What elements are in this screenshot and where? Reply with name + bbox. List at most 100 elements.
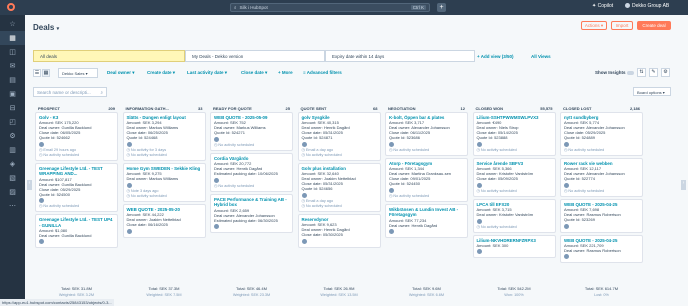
activity-note: ◷ No activity scheduled: [39, 152, 80, 157]
column-count: 209: [108, 106, 115, 111]
top-navigation-bar: ⌕ Silk i HubSpot Ctrl K + ✦ Copilot Dekko…: [0, 0, 688, 15]
bookmark-icon[interactable]: ☆: [0, 17, 25, 31]
tab-my-deals[interactable]: My Deals - Dekko version: [185, 50, 325, 62]
create-deal-button[interactable]: Create deal: [637, 21, 671, 30]
column-header: QUOTE SENT 68: [298, 105, 381, 112]
deal-card[interactable]: Lilium-SSHTPWWMSWLPVX3 Amount: €490 Deal o…: [472, 112, 556, 156]
deal-property: Quote Id: 524662: [39, 135, 70, 141]
deal-card[interactable]: Rower rack vie webben Amount: SEK 12,117 D…: [560, 157, 643, 197]
actions-button[interactable]: Actions ▾: [581, 21, 607, 30]
search-icon: ⌕: [100, 90, 103, 95]
add-icon[interactable]: +: [437, 3, 446, 12]
deal-title[interactable]: Wikbränsen & Lundin Invest AB - Företags…: [389, 207, 464, 218]
deal-card[interactable]: PACE Performance & Training AB - Hybrid …: [210, 193, 293, 233]
deal-card[interactable]: golv Sysgkile Amount: SEK 40,315 Deal owne…: [297, 112, 381, 161]
deal-card[interactable]: K-bolt, Öppen bar & plates Amount: SEK 3,…: [385, 112, 468, 156]
deal-card[interactable]: Atorp - Företagsgym Amount: SEK 1,344 Deal…: [385, 157, 468, 202]
deal-card[interactable]: WEB QUOTE - 2025-05-20 Amount: SEK 44,222…: [122, 203, 206, 238]
marketing-icon[interactable]: ✉: [0, 59, 25, 73]
edit-icon[interactable]: ✎: [649, 68, 658, 77]
tab-all-deals[interactable]: All deals: [33, 50, 185, 62]
copilot-button[interactable]: ✦ Copilot: [592, 3, 613, 9]
board-view-icon[interactable]: ▦: [42, 69, 50, 77]
deal-card[interactable]: LPCA till EFX20 Amount: SEK 3,715 Deal own…: [472, 198, 556, 233]
deal-card[interactable]: Reservdynor Amount: SEK 9,623 Deal owner: …: [297, 213, 381, 248]
search-input[interactable]: Search name or descripti... ⌕: [33, 87, 107, 97]
close-date-filter[interactable]: Close date ▾: [241, 70, 267, 76]
filter-icon: ≡: [303, 70, 306, 75]
apps-icon[interactable]: ▨: [0, 185, 25, 199]
sort-icon[interactable]: ⇅: [637, 68, 646, 77]
advanced-filters-button[interactable]: ≡ Advanced filters: [303, 70, 342, 75]
content-icon[interactable]: ▤: [0, 73, 25, 87]
deal-card[interactable]: Wikbränsen & Lundin Invest AB - Företags…: [385, 203, 468, 238]
column-totals: Total: SEK 26.9M Weighted: SEK 13.5M: [298, 286, 381, 298]
deal-card[interactable]: WEB QUOTE - 2025-05-09 Amount: SEK 752 Dea…: [210, 112, 293, 151]
deal-card[interactable]: Lilium-NKVHDRERNFZRPX3 Amount: SEK 300: [472, 234, 556, 259]
column-name: INFORMATION GATH...: [125, 106, 169, 111]
all-views-button[interactable]: All Views: [531, 54, 551, 59]
service-icon[interactable]: ◰: [0, 115, 25, 129]
grid-icon[interactable]: ▦: [0, 31, 25, 45]
column-totals: Total: SEK 46.4M Weighted: SEK 23.3M: [210, 286, 293, 298]
chevron-down-icon: ▾: [56, 26, 60, 32]
settings-icon[interactable]: ⋯: [0, 199, 25, 213]
reporting-icon[interactable]: ▥: [0, 143, 25, 157]
settings-icon[interactable]: ⚙: [661, 68, 670, 77]
board-options-button[interactable]: Board options ▾: [633, 87, 671, 96]
avatar: [301, 192, 307, 198]
avatar: [476, 218, 482, 224]
scroll-left-button[interactable]: ‹: [27, 180, 32, 190]
deal-card[interactable]: Service årende SBFV3 Amount: SEK 5,366 Dea…: [472, 157, 556, 197]
deal-property: Close date: 06/16/2025: [126, 222, 168, 228]
contacts-icon[interactable]: ◫: [0, 45, 25, 59]
list-view-icon[interactable]: ☰: [33, 69, 41, 77]
last-activity-filter[interactable]: Last activity date ▾: [187, 70, 227, 76]
activity-note: ◷ No activity scheduled: [126, 152, 167, 157]
deal-title[interactable]: PACE Performance & Training AB - Hybrid …: [214, 197, 289, 208]
column-header: NEGOTIATION 12: [385, 105, 468, 112]
more-filters[interactable]: + More: [278, 70, 293, 75]
account-menu[interactable]: Dekko Group AB: [625, 3, 669, 9]
deal-card[interactable]: WEB QUOTE - 2025-04-25 Amount: SEK 7,698 D…: [560, 198, 643, 233]
deal-property: Quote Id: 524500: [39, 191, 70, 197]
deal-card[interactable]: WEB QUOTE - 2025-04-25 Amount: SEK 221,70…: [560, 234, 643, 264]
deal-card[interactable]: Greenage Lifestyle Ltd. - TEST WRAPPING …: [35, 162, 118, 213]
avatar: [564, 223, 569, 229]
column-totals: Total: SEK 542.2M Won: 100%: [473, 286, 556, 298]
column-weighted: Weighted: SEK 13.5M: [320, 293, 358, 297]
deal-property: Deal owner: Markus Williams: [126, 176, 179, 182]
pipeline-select[interactable]: Dekko Sales ▾: [58, 68, 98, 78]
import-button[interactable]: Import: [611, 21, 633, 30]
deal-owner-filter[interactable]: Deal owner ▾: [107, 70, 135, 76]
deal-card[interactable]: Slätts - Dungen enligt layout Amount: SEK…: [122, 112, 206, 161]
deal-card[interactable]: Greenage Lifestyle Ltd. - TEST UP4 - GUN…: [35, 214, 118, 249]
deal-card[interactable]: Golv - K3 Amount: SEK 175,220 Deal owner: …: [35, 112, 118, 161]
column-weighted: Weighted: SEK 6.6M: [408, 293, 445, 297]
column-header: CLOSED LOST 2,186: [560, 105, 643, 112]
deal-card[interactable]: Golv plus installation Amount: SEK 32,640…: [297, 162, 381, 212]
deal-property: Quote Id: 524871: [301, 135, 333, 141]
deal-title[interactable]: Greenage Lifestyle Ltd. - TEST UP4 - GUN…: [39, 217, 114, 228]
automation-icon[interactable]: ⚙: [0, 129, 25, 143]
add-view-button[interactable]: + Add view (3/50): [477, 54, 513, 59]
data-icon[interactable]: ◈: [0, 157, 25, 171]
avatar: [625, 3, 630, 9]
page-title[interactable]: Deals ▾: [33, 23, 59, 32]
sales-icon[interactable]: ▣: [0, 87, 25, 101]
library-icon[interactable]: ▧: [0, 171, 25, 185]
scroll-right-button[interactable]: ›: [681, 180, 686, 190]
pipeline-column: K-bolt, Öppen bar & plates Amount: SEK 3,…: [385, 112, 468, 280]
deal-card[interactable]: nytt sundbyberg Amount: SEK 5,774 Deal own…: [560, 112, 643, 156]
global-search-input[interactable]: ⌕ Silk i HubSpot Ctrl K: [230, 3, 430, 12]
activity-note: ◷ No activity scheduled: [214, 142, 255, 147]
deal-card[interactable]: Cordia Värgårdo Amount: SEK 20,772 Deal ow…: [210, 152, 293, 192]
show-insights-toggle[interactable]: Show Insights: [595, 70, 634, 75]
status-url: https://app-eu1.hubspot.com/contacts/258…: [0, 299, 114, 306]
deal-title[interactable]: Greenage Lifestyle Ltd. - TEST WRAPPING …: [39, 166, 114, 177]
create-date-filter[interactable]: Create date ▾: [147, 70, 175, 76]
tab-expiry-date[interactable]: Expiry date within 14 days: [325, 50, 475, 62]
commerce-icon[interactable]: ⊟: [0, 101, 25, 115]
deal-card[interactable]: Home Gym SWEDEN - Sekkie Kling Amount: SE…: [122, 162, 206, 202]
hubspot-logo-icon[interactable]: [7, 3, 15, 11]
